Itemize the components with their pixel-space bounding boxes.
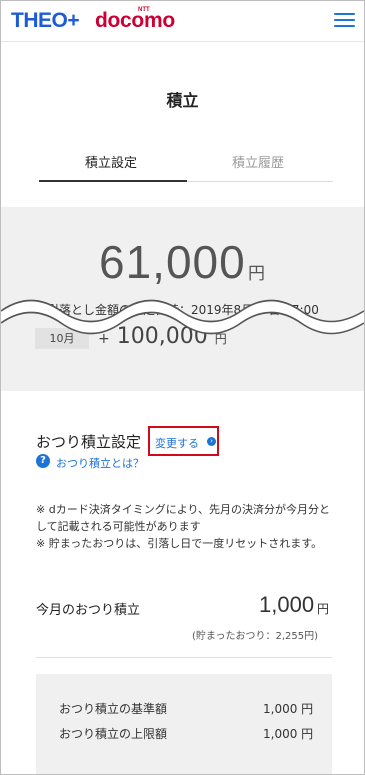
limits-box [36,674,332,774]
section-divider [36,657,332,658]
ntt-logo: NTT [138,7,150,13]
withdrawal-amount-unit: 円 [248,264,265,284]
page-title: 積立 [166,91,199,110]
max-amount-label: おつり積立の上限額 [59,727,168,741]
tab-settings[interactable]: 積立設定 [85,152,137,171]
base-amount-value: 1,000 円 [263,702,314,716]
chevron-right-icon[interactable]: › [207,437,216,446]
max-amount-value: 1,000 円 [263,727,314,741]
change-link[interactable]: 変更する [155,435,199,451]
app-header: THEO+ docomo NTT [1,1,364,42]
note-card-timing: ※ dカード決済タイミングにより、先月の決済分が今月分として記載される可能性があ… [36,503,331,533]
question-icon[interactable]: ? [36,454,50,468]
withdrawal-amount: 61,000 [99,236,246,288]
wave-separator [1,299,364,335]
note-reset: ※ 貯まったおつりは、引落し日で一度リセットされます。 [36,537,323,550]
month-otsuri-unit: 円 [317,602,330,616]
what-is-otsuri-link[interactable]: おつり積立とは？ [56,455,144,471]
theo-logo[interactable]: THEO+ [11,9,80,33]
month-otsuri-value: 1,000 [259,592,315,617]
phone-frame: THEO+ docomo NTT 積立 積立設定 積立履歴 61,000 円 引… [0,0,365,775]
otsuri-settings-title: おつり積立設定 [36,433,142,451]
hamburger-menu-icon[interactable] [334,13,355,28]
tab-divider [187,181,333,182]
saved-otsuri-text: (貯まったおつり：2,255円) [192,631,319,642]
docomo-logo: docomo [95,9,175,32]
base-amount-label: おつり積立の基準額 [59,702,168,716]
active-tab-indicator [39,180,187,182]
month-otsuri-label: 今月のおつり積立 [36,603,141,618]
tab-history[interactable]: 積立履歴 [232,152,284,171]
